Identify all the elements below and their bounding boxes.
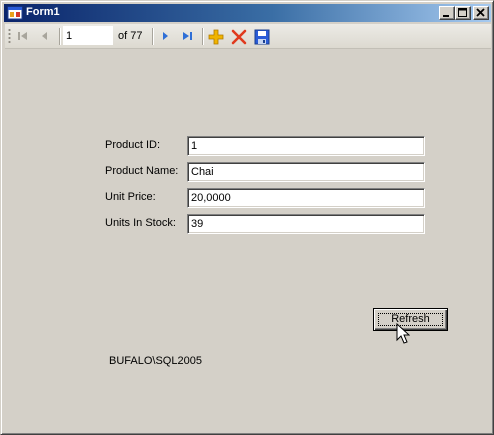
toolbar-separator [202,28,203,45]
add-new-button[interactable] [205,26,227,47]
window-title: Form1 [26,6,60,18]
maximize-icon [458,8,467,17]
form-app-icon[interactable] [7,5,23,21]
toolbar-grip[interactable] [8,28,11,45]
close-button[interactable] [473,6,489,20]
server-name-label: BUFALO\SQL2005 [109,355,202,367]
record-count-label: of 77 [118,30,143,42]
move-first-icon [18,32,27,40]
title-bar[interactable]: Form1 [4,4,491,22]
add-new-icon [208,29,224,45]
maximize-button[interactable] [455,6,471,20]
minimize-button[interactable] [439,6,455,20]
close-icon [476,8,485,17]
move-next-icon [163,32,168,40]
unit-price-label: Unit Price: [105,191,156,203]
minimize-icon [443,15,449,17]
unit-price-field[interactable] [187,188,425,208]
move-first-button[interactable] [13,26,35,47]
move-next-button[interactable] [155,26,177,47]
product-id-label: Product ID: [105,139,161,151]
product-id-field[interactable] [187,136,425,156]
binding-navigator-toolbar: of 77 [5,24,491,49]
toolbar-separator [59,28,60,45]
save-button[interactable] [251,26,273,47]
position-input[interactable] [63,26,113,45]
mouse-pointer-icon [396,322,411,348]
units-in-stock-label: Units In Stock: [105,217,176,229]
move-previous-icon [42,32,47,40]
move-last-icon [183,32,192,40]
units-in-stock-field[interactable] [187,214,425,234]
product-name-label: Product Name: [105,165,179,177]
save-icon [254,29,270,45]
move-last-button[interactable] [177,26,199,47]
move-previous-button[interactable] [35,26,57,47]
delete-button[interactable] [228,26,250,47]
delete-icon [231,29,247,45]
refresh-button[interactable]: Refresh [373,308,448,331]
toolbar-separator [152,28,153,45]
form1-window: Form1 1 of 77 Product ID: 1 Product Name… [0,0,494,435]
product-name-field[interactable] [187,162,425,182]
